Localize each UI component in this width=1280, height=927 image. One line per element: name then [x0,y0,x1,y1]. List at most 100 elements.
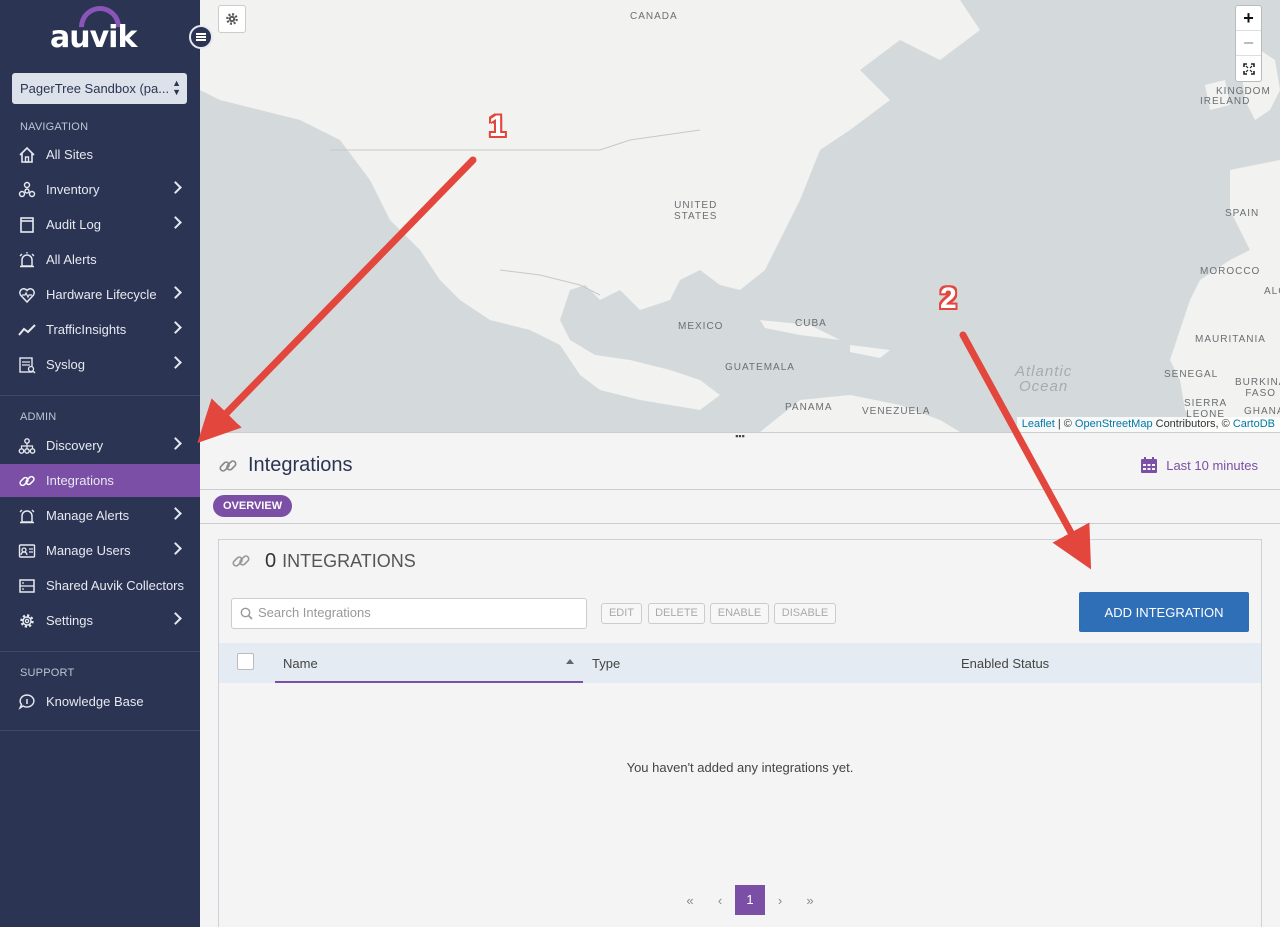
home-icon [17,145,37,165]
select-all-checkbox[interactable] [237,653,254,670]
edit-button[interactable]: EDIT [601,603,642,624]
zoom-in-button[interactable]: + [1236,6,1261,31]
link-icon [17,471,37,491]
first-page-button[interactable]: « [675,893,705,908]
discovery-icon [17,436,37,456]
column-header-name[interactable]: Name [283,656,318,671]
prev-page-button[interactable]: ‹ [705,893,735,908]
alarm-icon [17,506,37,526]
page-title: Integrations [248,454,353,476]
sidebar-item-traffic-insights[interactable]: TrafficInsights [0,313,200,346]
sidebar-item-inventory[interactable]: Inventory [0,173,200,206]
map-label-atlantic-ocean: Atlantic Ocean [1015,363,1073,395]
chevron-right-icon [169,286,182,299]
add-integration-button[interactable]: ADD INTEGRATION [1079,592,1249,632]
current-page-button[interactable]: 1 [735,885,765,915]
sidebar-item-manage-alerts[interactable]: Manage Alerts [0,499,200,532]
sidebar-item-label: Audit Log [46,217,101,232]
sidebar-item-label: Manage Users [46,543,131,558]
map-label-mexico: MEXICO [678,321,724,332]
annotation-callout-1: 1 [489,110,506,143]
map-label-burkina-faso: BURKINA FASO [1235,377,1280,399]
map-label-algeria: ALG [1264,286,1280,297]
sidebar-item-manage-users[interactable]: Manage Users [0,534,200,567]
next-page-button[interactable]: › [765,893,795,908]
column-header-type[interactable]: Type [592,656,620,671]
map-label-united-states: UNITED STATES [674,200,718,222]
sidebar-item-syslog[interactable]: Syslog [0,348,200,381]
sidebar-item-discovery[interactable]: Discovery [0,429,200,462]
chevron-right-icon [169,612,182,625]
map-label-canada: CANADA [630,11,678,22]
calendar-icon [1141,457,1158,473]
openstreetmap-link[interactable]: OpenStreetMap [1075,418,1153,430]
map-label-spain: SPAIN [1225,208,1260,219]
traffic-icon [17,320,37,340]
sidebar-item-knowledge-base[interactable]: Knowledge Base [0,685,200,718]
zoom-out-button[interactable]: − [1236,31,1261,56]
fullscreen-button[interactable] [1236,56,1261,81]
map-label-ireland: IRELAND [1200,96,1251,107]
disable-button[interactable]: DISABLE [774,603,836,624]
time-range-selector[interactable]: Last 10 minutes [1140,456,1258,474]
sidebar-item-label: Inventory [46,182,100,197]
map-label-panama: PANAMA [785,402,833,413]
sidebar-item-all-alerts[interactable]: All Alerts [0,243,200,276]
inventory-icon [17,180,37,200]
leaflet-link[interactable]: Leaflet [1022,418,1055,430]
search-input[interactable] [258,605,578,620]
drag-handle-icon: ▪▪▪ [735,431,745,441]
sidebar-item-label: Syslog [46,357,86,372]
sort-ascending-icon [566,659,574,664]
sidebar-item-label: Shared Auvik Collectors [46,578,185,593]
chevron-right-icon [169,216,182,229]
tab-overview[interactable]: OVERVIEW [213,495,293,517]
last-page-button[interactable]: » [795,893,825,908]
pagination: « ‹ 1 › » [675,885,825,915]
sidebar-item-label: TrafficInsights [46,322,127,337]
sidebar-item-label: All Sites [46,147,93,162]
map-label-mauritania: MAURITANIA [1195,334,1266,345]
hamburger-icon [196,33,206,41]
sidebar-divider [0,395,200,396]
sidebar-item-label: Settings [46,613,93,628]
empty-state-message: You haven't added any integrations yet. [626,760,854,775]
chevron-right-icon [169,356,182,369]
sidebar: auvik PagerTree Sandbox (pa... ▲ ▼ NAVIGA… [0,0,200,927]
navigation-heading: NAVIGATION [20,121,89,133]
map-label-cuba: CUBA [795,318,827,329]
map-label-venezuela: VENEZUELA [862,406,931,417]
panel-title: 0 INTEGRATIONS [265,550,416,573]
sidebar-item-all-sites[interactable]: All Sites [0,138,200,171]
panel-title-text: INTEGRATIONS [282,551,416,571]
tenant-select[interactable]: PagerTree Sandbox (pa... ▲ ▼ [12,73,187,104]
admin-heading: ADMIN [20,411,57,423]
sidebar-item-audit-log[interactable]: Audit Log [0,208,200,241]
map-settings-button[interactable] [218,5,246,33]
chevron-right-icon [169,507,182,520]
cartodb-link[interactable]: CartoDB [1233,418,1275,430]
sidebar-divider [0,651,200,652]
collapse-sidebar-button[interactable] [189,25,213,49]
table-header: Name Type Enabled Status [219,643,1261,683]
delete-button[interactable]: DELETE [648,603,705,624]
syslog-icon [17,355,37,375]
sidebar-item-hardware-lifecycle[interactable]: Hardware Lifecycle [0,278,200,311]
sidebar-item-label: Integrations [46,473,114,488]
collector-icon [17,576,37,596]
sidebar-item-label: Knowledge Base [46,694,144,709]
sidebar-item-label: Discovery [46,438,104,453]
sidebar-item-settings[interactable]: Settings [0,604,200,637]
auvik-logo[interactable]: auvik [50,0,152,57]
users-icon [17,541,37,561]
search-icon [240,607,253,620]
column-header-enabled-status[interactable]: Enabled Status [961,656,1049,671]
sidebar-item-integrations[interactable]: Integrations [0,464,200,497]
sites-map[interactable]: CANADA UNITED STATES MEXICO CUBA GUATEMA… [200,0,1280,432]
gear-icon [226,13,238,25]
tenant-select-value: PagerTree Sandbox (pa... [20,81,170,96]
sidebar-divider [0,730,200,731]
sidebar-item-shared-collectors[interactable]: Shared Auvik Collectors [0,569,200,602]
enable-button[interactable]: ENABLE [710,603,769,624]
map-resize-handle[interactable]: ▪▪▪ [200,432,1280,444]
